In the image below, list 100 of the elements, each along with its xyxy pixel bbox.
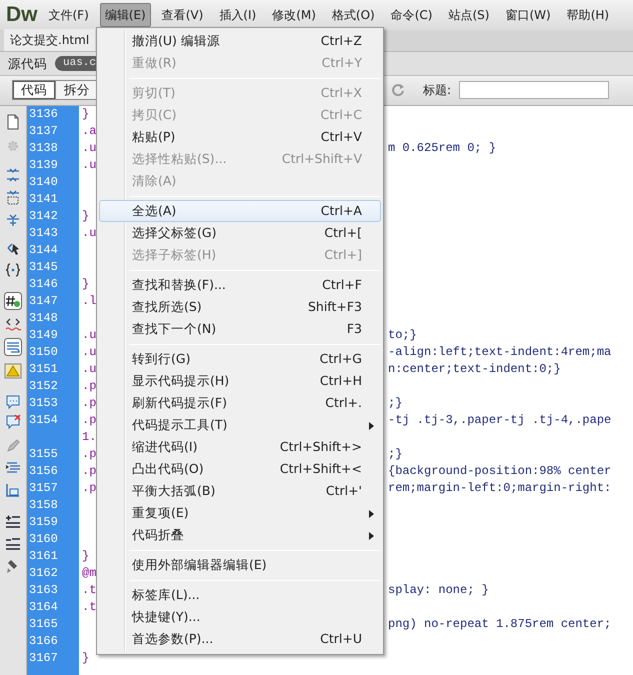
code-text: .u (82, 362, 96, 376)
code-text: .p (82, 446, 96, 461)
menu-item[interactable]: 刷新代码提示(F) Ctrl+. (99, 392, 381, 414)
code-icon[interactable] (5, 316, 21, 332)
menu-item[interactable]: 查找下一个(N) F3 (99, 318, 381, 340)
menu-item[interactable]: 缩进代码(I) Ctrl+Shift+> (99, 436, 381, 458)
outdent-icon[interactable] (5, 536, 21, 552)
document-tab[interactable]: 论文提交.html (4, 29, 96, 51)
line-number: 3141 (27, 190, 79, 208)
shortcut-text: Ctrl+C (320, 106, 362, 124)
code-text: } (82, 276, 90, 291)
menu-item[interactable]: 标签库(L)... (99, 584, 381, 606)
menu-item[interactable]: 代码提示工具(T) (99, 414, 381, 436)
line-number: 3162 (27, 564, 79, 582)
hash-icon[interactable] (4, 292, 22, 310)
menu-bar-item[interactable]: 编辑(E) (100, 3, 151, 27)
menu-item[interactable]: 平衡大括弧(B) Ctrl+' (99, 480, 381, 502)
view-button[interactable]: 拆分 (56, 80, 99, 100)
line-number: 3145 (27, 258, 79, 276)
shortcut-text: Ctrl+Shift+< (280, 460, 362, 478)
shortcut-text: Ctrl+Z (320, 32, 362, 50)
line-number: 3161 (27, 548, 79, 565)
code-text: .p (82, 412, 96, 427)
menu-item[interactable]: 转到行(G) Ctrl+G (99, 348, 381, 370)
menu-item[interactable]: 显示代码提示(H) Ctrl+H (99, 370, 381, 392)
shortcut-text: Ctrl+A (320, 202, 362, 220)
collapse-icon[interactable] (5, 168, 21, 184)
submenu-arrow-icon (369, 422, 374, 430)
table-icon[interactable] (5, 482, 21, 498)
code-text: n:center;text-indent:0;} (388, 360, 561, 378)
shortcut-text: Ctrl+Y (322, 54, 362, 72)
line-number: 3152 (27, 378, 79, 395)
submenu-arrow-icon (369, 510, 374, 518)
menu-bar-item[interactable]: 插入(I) (214, 3, 262, 27)
code-text: } (82, 548, 90, 563)
shortcut-text: Ctrl+. (325, 394, 362, 412)
braces-icon[interactable] (5, 262, 21, 278)
code-text: ;} (388, 446, 402, 463)
code-text: .p (82, 378, 96, 393)
code-text: .t (82, 600, 96, 614)
code-text: @m (82, 566, 96, 580)
indent-icon[interactable] (5, 514, 21, 530)
comment-icon[interactable] (5, 414, 21, 430)
document-icon[interactable] (5, 114, 21, 130)
menu-bar-item[interactable]: 命令(C) (386, 3, 438, 27)
menu-item[interactable]: 凸出代码(O) Ctrl+Shift+< (99, 458, 381, 480)
comment-icon[interactable] (5, 394, 21, 410)
code-text: .u (82, 140, 96, 155)
menu-item[interactable]: 重复项(E) (99, 502, 381, 524)
code-text: rem;margin-left:0;margin-right: (388, 480, 612, 497)
line-number: 3164 (27, 598, 79, 616)
refresh-icon[interactable] (390, 83, 405, 98)
app-logo: Dw (5, 2, 38, 28)
shortcut-text: Ctrl+G (320, 350, 362, 368)
menu-item[interactable]: 快捷键(Y)... (99, 606, 381, 628)
line-number: 3139 (27, 156, 79, 174)
code-text: .l (82, 294, 96, 308)
menu-item[interactable]: 首选参数(P)... Ctrl+U (99, 628, 381, 650)
menu-bar-item[interactable]: 站点(S) (443, 3, 494, 27)
menu-bar-item[interactable]: 格式(O) (326, 3, 380, 27)
code-text: 1. (82, 430, 96, 444)
menu-item[interactable]: 全选(A) Ctrl+A (99, 200, 381, 222)
line-number: 3138 (27, 140, 79, 157)
collapse-icon[interactable] (5, 190, 21, 206)
code-text: } (82, 106, 90, 121)
line-number: 3137 (27, 122, 79, 140)
code-text: .u (82, 158, 96, 172)
menu-bar-item[interactable]: 修改(M) (267, 3, 321, 27)
line-number: 3154 (27, 412, 79, 429)
line-number: 3163 (27, 582, 79, 599)
menu-bar-item[interactable]: 窗口(W) (500, 3, 556, 27)
shortcut-text: Ctrl+X (320, 84, 362, 102)
pencil-icon[interactable] (5, 438, 21, 454)
source-label[interactable]: 源代码 (0, 52, 55, 76)
shortcut-text: Ctrl+Shift+> (280, 438, 362, 456)
shortcut-text: Ctrl+] (324, 246, 362, 264)
menu-item[interactable]: 粘贴(P) Ctrl+V (99, 126, 381, 148)
expand-icon[interactable] (5, 212, 21, 228)
menu-item[interactable]: 撤消(U) 编辑源 Ctrl+Z (99, 30, 381, 52)
line-number: 3157 (27, 480, 79, 497)
line-number: 3136 (27, 106, 79, 123)
view-button[interactable]: 代码 (12, 80, 56, 100)
submenu-arrow-icon (369, 532, 374, 540)
menu-item[interactable]: 选择父标签(G) Ctrl+[ (99, 222, 381, 244)
menu-item[interactable]: 使用外部编辑器编辑(E) (99, 554, 381, 576)
title-field[interactable] (459, 81, 609, 100)
menu-item[interactable]: 查找所选(S) Shift+F3 (99, 296, 381, 318)
code-text: } (82, 208, 90, 223)
menu-item[interactable]: 代码折叠 (99, 524, 381, 546)
menu-bar-item[interactable]: 查看(V) (156, 3, 208, 27)
code-text: .p (82, 480, 96, 495)
wrap-icon[interactable] (4, 338, 22, 356)
line-number: 3158 (27, 496, 79, 514)
line-number: 3150 (27, 344, 79, 361)
menu-bar-item[interactable]: 帮助(H) (562, 3, 614, 27)
menu-bar-item[interactable]: 文件(F) (44, 3, 94, 27)
menu-item[interactable]: 查找和替换(F)... Ctrl+F (99, 274, 381, 296)
shortcut-text: Ctrl+H (320, 372, 362, 390)
code-text: .p (82, 464, 96, 478)
warning-icon[interactable] (4, 362, 22, 380)
